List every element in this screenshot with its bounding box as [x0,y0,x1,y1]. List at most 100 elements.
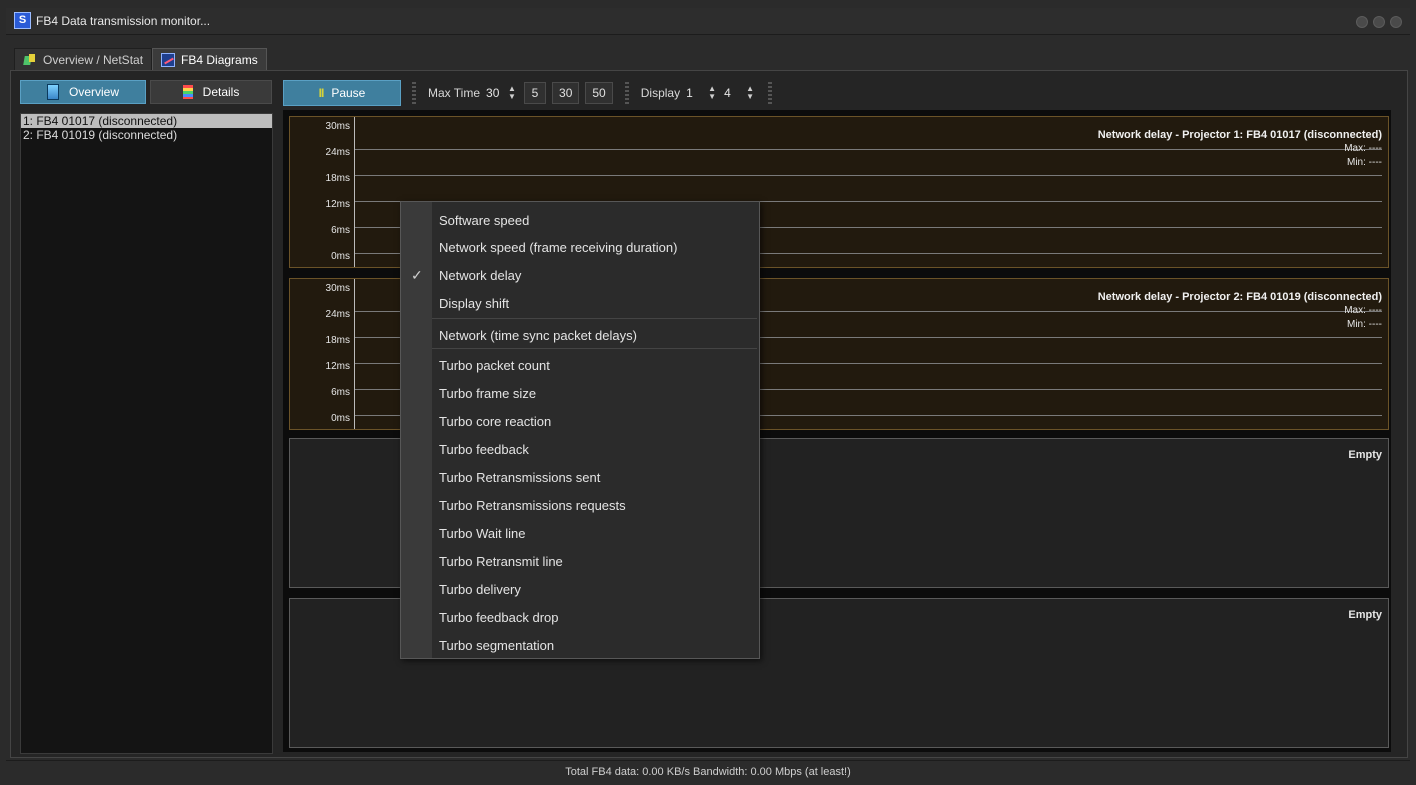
max-time-spinner[interactable]: ▲ ▼ [506,83,518,103]
menu-item-turbo-retransmissions-sent[interactable]: Turbo Retransmissions sent [401,464,759,492]
y-tick: 24ms [325,309,350,320]
menu-item-label: Turbo Retransmissions requests [439,498,626,513]
y-tick: 12ms [325,199,350,210]
menu-item-turbo-retransmissions-requests[interactable]: Turbo Retransmissions requests [401,492,759,520]
pause-button-label: Pause [331,86,366,100]
title-bar: S FB4 Data transmission monitor... [6,8,1410,35]
maximize-button[interactable] [1373,16,1385,28]
close-button[interactable] [1390,16,1402,28]
y-tick: 18ms [325,173,350,184]
display-from-spinner[interactable]: ▲ ▼ [706,83,718,103]
menu-item-turbo-feedback-drop[interactable]: Turbo feedback drop [401,604,759,632]
diagram-icon [161,53,176,67]
diagram-type-context-menu: Software speed Network speed (frame rece… [400,201,760,659]
display-label: Display [640,86,681,100]
projector-list-item[interactable]: 1: FB4 01017 (disconnected) [21,114,272,128]
spin-down-icon[interactable]: ▼ [746,93,754,101]
menu-item-label: Turbo Wait line [439,526,526,541]
spin-down-icon[interactable]: ▼ [508,93,516,101]
menu-item-display-shift[interactable]: Display shift [401,290,759,318]
menu-item-label: Turbo frame size [439,386,537,401]
projector-list-item[interactable]: 2: FB4 01019 (disconnected) [21,128,272,142]
menu-item-label: Turbo core reaction [439,414,552,429]
menu-item-label: Network (time sync packet delays) [439,328,637,343]
panel-title: Network delay - Projector 1: FB4 01017 (… [1097,129,1382,141]
tab-label: Overview / NetStat [43,53,144,67]
tab-fb4-diagrams[interactable]: FB4 Diagrams [152,48,267,71]
toolbar: Max Time 30 ▲ ▼ 5 30 50 Display 1 ▲ ▼ 4 … [406,80,778,106]
menu-item-turbo-segmentation[interactable]: Turbo segmentation [401,632,759,660]
y-tick: 30ms [325,121,350,132]
grid-line [355,149,1382,150]
window-title: FB4 Data transmission monitor... [36,14,211,28]
menu-item-label: Turbo delivery [439,582,521,597]
details-icon [182,85,193,99]
status-bar: Total FB4 data: 0.00 KB/s Bandwidth: 0.0… [6,760,1410,783]
y-tick: 24ms [325,147,350,158]
tab-bar: Overview / NetStat FB4 Diagrams [14,48,267,71]
menu-item-turbo-retransmit-line[interactable]: Turbo Retransmit line [401,548,759,576]
display-to-spinner[interactable]: ▲ ▼ [744,83,756,103]
preset-5-button[interactable]: 5 [524,82,547,104]
max-time-label: Max Time [428,86,481,100]
empty-label: Empty [1348,609,1382,621]
menu-item-network-delay[interactable]: ✓ Network delay [401,262,759,290]
menu-item-turbo-core-reaction[interactable]: Turbo core reaction [401,408,759,436]
y-tick: 6ms [331,387,350,398]
menu-item-label: Turbo feedback drop [439,610,559,625]
grid-line [355,175,1382,176]
y-tick: 12ms [325,361,350,372]
details-button-label: Details [202,85,240,99]
panel-min: Min: ---- [1347,319,1382,330]
pause-icon: II [318,86,325,100]
status-text: Total FB4 data: 0.00 KB/s Bandwidth: 0.0… [565,766,851,778]
display-from-input[interactable]: 1 [686,86,700,100]
y-tick: 30ms [325,283,350,294]
toolbar-separator [624,82,629,104]
tab-overview-netstat[interactable]: Overview / NetStat [14,48,153,71]
panel-title: Network delay - Projector 2: FB4 01019 (… [1097,291,1382,303]
y-tick: 18ms [325,335,350,346]
menu-item-turbo-delivery[interactable]: Turbo delivery [401,576,759,604]
panel-max: Max: ---- [1344,305,1382,316]
menu-separator [432,318,757,319]
menu-item-label: Turbo packet count [439,358,550,373]
empty-label: Empty [1348,449,1382,461]
overview-button[interactable]: Overview [20,80,146,104]
y-axis: 30ms 24ms 18ms 12ms 6ms 0ms [290,117,354,267]
overview-icon [23,53,37,67]
menu-item-turbo-wait-line[interactable]: Turbo Wait line [401,520,759,548]
details-button[interactable]: Details [150,80,272,104]
preset-30-button[interactable]: 30 [552,82,580,104]
menu-item-label: Turbo Retransmit line [439,554,563,569]
menu-separator [432,348,757,349]
menu-item-network-time-sync[interactable]: Network (time sync packet delays) [401,322,759,350]
toolbar-separator [768,82,773,104]
y-tick: 0ms [331,413,350,424]
display-to-input[interactable]: 4 [724,86,738,100]
book-icon [46,84,59,100]
y-tick: 6ms [331,225,350,236]
menu-item-turbo-frame-size[interactable]: Turbo frame size [401,380,759,408]
max-time-input[interactable]: 30 [486,86,500,100]
toolbar-separator [412,82,416,104]
y-tick: 0ms [331,251,350,262]
app-icon: S [14,12,31,29]
spin-down-icon[interactable]: ▼ [708,93,716,101]
pause-button[interactable]: II Pause [283,80,401,106]
checkmark-icon: ✓ [411,267,423,283]
menu-item-turbo-feedback[interactable]: Turbo feedback [401,436,759,464]
panel-max: Max: ---- [1344,143,1382,154]
minimize-button[interactable] [1356,16,1368,28]
preset-50-button[interactable]: 50 [585,82,613,104]
menu-item-turbo-packet-count[interactable]: Turbo packet count [401,352,759,380]
menu-item-network-speed[interactable]: Network speed (frame receiving duration) [401,234,759,262]
menu-item-software-speed[interactable]: Software speed [401,207,759,235]
menu-item-label: Turbo segmentation [439,638,555,653]
menu-item-label: Turbo Retransmissions sent [439,470,601,485]
panel-min: Min: ---- [1347,157,1382,168]
menu-item-label: Software speed [439,213,530,228]
overview-button-label: Overview [68,85,119,99]
menu-item-label: Network speed (frame receiving duration) [439,240,678,255]
projector-list: 1: FB4 01017 (disconnected) 2: FB4 01019… [20,113,273,754]
